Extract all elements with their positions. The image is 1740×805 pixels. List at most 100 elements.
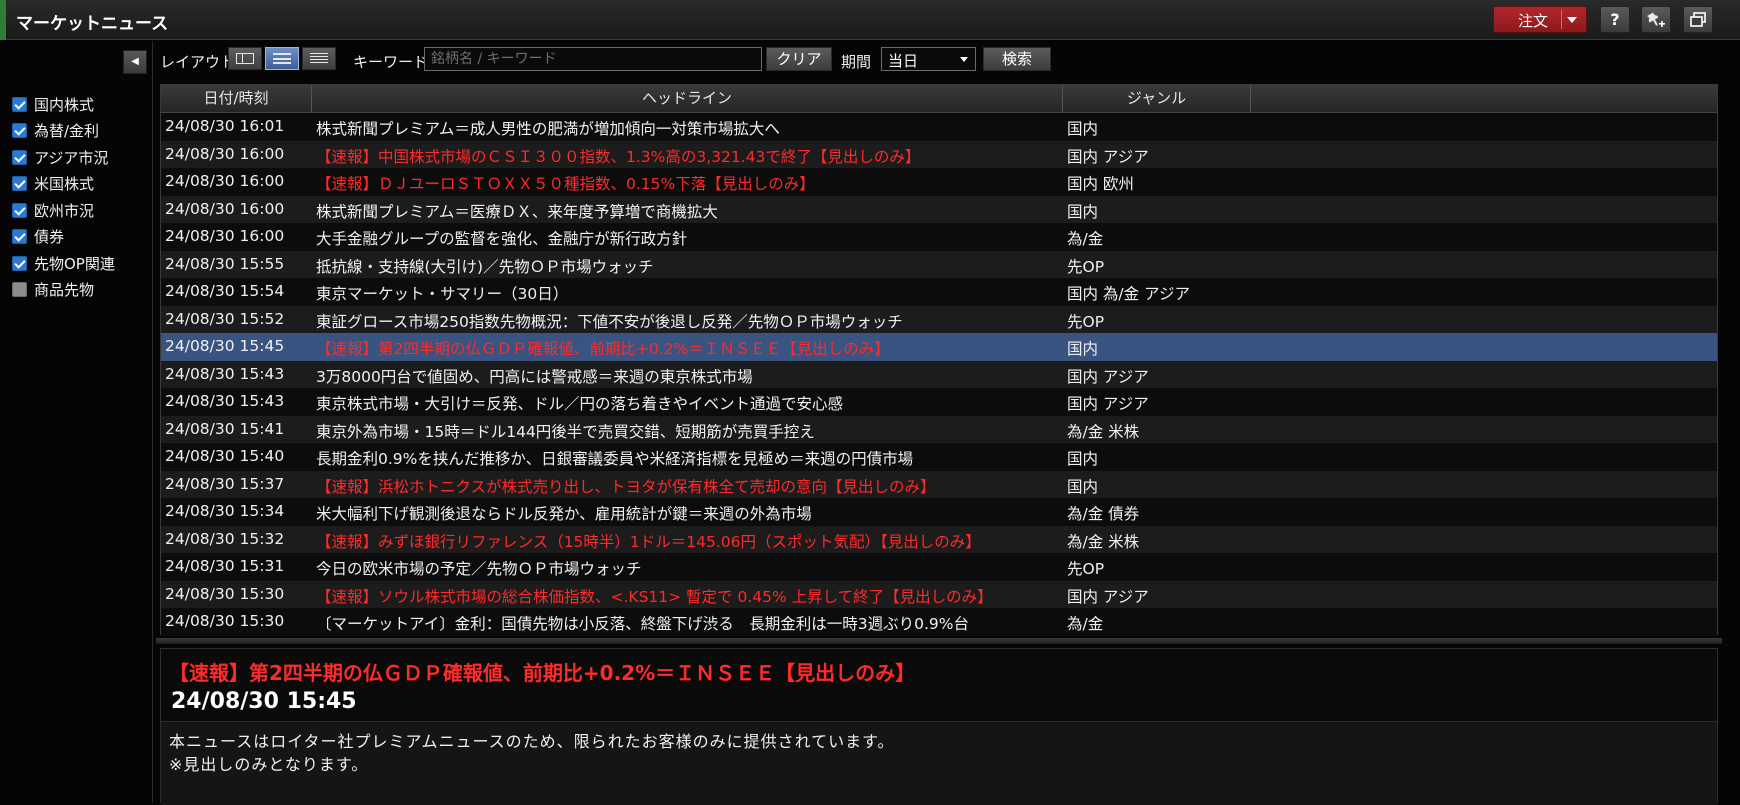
- table-row[interactable]: 24/08/30 15:31 今日の欧米市場の予定／先物ＯＰ市場ウォッチ 先OP: [161, 553, 1717, 581]
- row-genre: 国内 アジア: [1067, 367, 1149, 386]
- table-row[interactable]: 24/08/30 15:43 3万8000円台で値固め、円高には警戒感＝来週の東京…: [161, 360, 1717, 388]
- table-row[interactable]: 24/08/30 15:34 米大幅利下げ観測後退ならドル反発か、雇用統計が鍵＝来…: [161, 498, 1717, 526]
- detail-datetime: 24/08/30 15:45: [171, 689, 357, 714]
- row-headline[interactable]: 〔マーケットアイ〕金利：国債先物は小反落、終盤下げ渋る 長期金利は一時3週ぶり0…: [316, 612, 969, 634]
- column-header-datetime[interactable]: 日付/時刻: [161, 85, 312, 112]
- table-row[interactable]: 24/08/30 15:40 長期金利0.9%を挟んだ推移か、日銀審議委員や米経済…: [161, 443, 1717, 471]
- row-headline[interactable]: 東京株式市場・大引け＝反発、ドル／円の落ち着きやイベント通過で安心感: [316, 392, 843, 414]
- row-headline[interactable]: 【速報】ＤＪユーロＳＴＯＸＸ５０種指数、0.15%下落【見出しのみ】: [316, 172, 815, 194]
- row-headline[interactable]: 大手金融グループの監督を強化、金融庁が新行政方針: [316, 227, 687, 249]
- order-label: 注文: [1518, 12, 1549, 30]
- genre-item[interactable]: 商品先物: [12, 277, 115, 304]
- genre-item[interactable]: 国内株式: [12, 91, 115, 118]
- pin-button[interactable]: [1641, 6, 1671, 33]
- genre-filter-list: 国内株式 為替/金利 アジア市況 米国株式 欧州市況 債券 先物OP関連 商品先…: [12, 91, 115, 303]
- row-headline[interactable]: 【速報】中国株式市場のＣＳＩ３００指数、1.3%高の3,321.43で終了【見出…: [316, 145, 920, 167]
- genre-item[interactable]: 欧州市況: [12, 197, 115, 224]
- row-datetime: 24/08/30 15:55: [165, 254, 285, 273]
- layout-split-horizontal-button[interactable]: [228, 47, 262, 70]
- row-headline[interactable]: 東京外為市場・15時＝ドル144円後半で売買交錯、短期筋が売買手控え: [316, 420, 815, 442]
- genre-item[interactable]: 為替/金利: [12, 118, 115, 145]
- table-row[interactable]: 24/08/30 16:00 【速報】中国株式市場のＣＳＩ３００指数、1.3%高の…: [161, 140, 1717, 168]
- row-headline[interactable]: 【速報】みずほ銀行リファレンス（15時半）1ドル＝145.06円（スポット気配）…: [316, 530, 981, 552]
- detail-body-line: 本ニュースはロイター社プレミアムニュースのため、限られたお客様のみに提供されてい…: [169, 732, 895, 751]
- table-row[interactable]: 24/08/30 15:32 【速報】みずほ銀行リファレンス（15時半）1ドル＝1…: [161, 525, 1717, 553]
- table-row[interactable]: 24/08/30 16:00 【速報】ＤＪユーロＳＴＯＸＸ５０種指数、0.15%下…: [161, 168, 1717, 196]
- help-icon: ?: [1610, 10, 1620, 29]
- detail-header: 【速報】第2四半期の仏ＧＤＰ確報値、前期比+0.2%＝ＩＮＳＥＥ【見出しのみ】 …: [161, 649, 1717, 721]
- collapse-sidebar-button[interactable]: ◀: [123, 50, 147, 74]
- table-row[interactable]: 24/08/30 16:01 株式新聞プレミアム＝成人男性の肥満が増加傾向一対策市…: [161, 113, 1717, 141]
- row-headline[interactable]: 【速報】浜松ホトニクスが株式売り出し、トヨタが保有株全て売却の意向【見出しのみ】: [316, 475, 936, 497]
- genre-item[interactable]: 債券: [12, 224, 115, 251]
- window-popout-icon: [1690, 12, 1706, 27]
- checkbox[interactable]: [12, 149, 27, 165]
- row-genre: 先OP: [1067, 257, 1105, 276]
- genre-item[interactable]: 先物OP関連: [12, 250, 115, 277]
- row-genre: 国内 アジア: [1067, 395, 1149, 413]
- row-headline[interactable]: 3万8000円台で値固め、円高には警戒感＝来週の東京株式市場: [316, 365, 753, 387]
- table-row[interactable]: 24/08/30 15:54 東京マーケット・サマリー（30日） 国内 為/金 アジ…: [161, 278, 1717, 306]
- table-row[interactable]: 24/08/30 15:30 【速報】ソウル株式市場の総合株価指数、<.KS11>…: [161, 580, 1717, 608]
- column-header-genre[interactable]: ジャンル: [1063, 85, 1251, 112]
- row-genre: 国内: [1067, 450, 1099, 468]
- table-row[interactable]: 24/08/30 15:55 抵抗線・支持線(大引け)／先物ＯＰ市場ウォッチ 先OP: [161, 250, 1717, 278]
- table-row[interactable]: 24/08/30 15:52 東証グロース市場250指数先物概況：下値不安が後退し…: [161, 305, 1717, 333]
- keyword-search-input[interactable]: [424, 47, 762, 71]
- layout-list-only-button[interactable]: [302, 47, 336, 70]
- row-datetime: 24/08/30 15:30: [165, 612, 285, 630]
- checkbox[interactable]: [12, 229, 27, 245]
- popout-button[interactable]: [1683, 6, 1713, 33]
- row-headline[interactable]: 株式新聞プレミアム＝医療ＤＸ、来年度予算増で商機拡大: [316, 200, 718, 222]
- genre-item[interactable]: 米国株式: [12, 171, 115, 198]
- search-button[interactable]: 検索: [983, 47, 1051, 71]
- row-headline[interactable]: 【速報】ソウル株式市場の総合株価指数、<.KS11> 暫定で 0.45% 上昇し…: [316, 585, 993, 607]
- help-button[interactable]: ?: [1600, 6, 1630, 33]
- row-headline[interactable]: 東京マーケット・サマリー（30日）: [316, 282, 568, 304]
- detail-body-line: ※見出しのみとなります。: [169, 755, 369, 774]
- genre-label: 債券: [34, 228, 65, 247]
- checkbox[interactable]: [12, 282, 27, 298]
- checkbox[interactable]: [12, 255, 27, 271]
- row-genre: 為/金 債券: [1067, 505, 1140, 523]
- layout-split-vertical-button[interactable]: [265, 47, 299, 70]
- table-row[interactable]: 24/08/30 15:43 東京株式市場・大引け＝反発、ドル／円の落ち着きやイベ…: [161, 388, 1717, 416]
- table-row[interactable]: 24/08/30 15:37 【速報】浜松ホトニクスが株式売り出し、トヨタが保有株…: [161, 470, 1717, 498]
- table-row[interactable]: 24/08/30 15:41 東京外為市場・15時＝ドル144円後半で売買交錯、短…: [161, 415, 1717, 443]
- row-headline[interactable]: 抵抗線・支持線(大引け)／先物ＯＰ市場ウォッチ: [316, 255, 654, 277]
- row-genre: 為/金 米株: [1067, 532, 1140, 551]
- pane-splitter[interactable]: [156, 638, 1722, 644]
- layout-label: レイアウト: [160, 53, 236, 71]
- row-headline[interactable]: 株式新聞プレミアム＝成人男性の肥満が増加傾向一対策市場拡大へ: [316, 117, 780, 139]
- row-headline[interactable]: 東証グロース市場250指数先物概況：下値不安が後退し反発／先物ＯＰ市場ウォッチ: [316, 310, 903, 332]
- column-header-headline[interactable]: ヘッドライン: [312, 85, 1063, 112]
- checkbox[interactable]: [12, 96, 27, 112]
- row-datetime: 24/08/30 15:52: [165, 309, 285, 328]
- checkbox[interactable]: [12, 176, 27, 192]
- title-bar: マーケットニュース 注文 ?: [0, 0, 1740, 40]
- row-headline[interactable]: 【速報】第2四半期の仏ＧＤＰ確報値、前期比+0.2%＝ＩＮＳＥＥ【見出しのみ】: [316, 337, 890, 359]
- table-row[interactable]: 24/08/30 16:00 株式新聞プレミアム＝医療ＤＸ、来年度予算増で商機拡大…: [161, 195, 1717, 223]
- order-button[interactable]: 注文: [1493, 6, 1587, 33]
- row-datetime: 24/08/30 16:00: [165, 199, 285, 218]
- table-row[interactable]: 24/08/30 15:45 【速報】第2四半期の仏ＧＤＰ確報値、前期比+0.2%…: [161, 333, 1717, 361]
- row-genre: 国内: [1067, 120, 1099, 138]
- row-genre: 先OP: [1067, 560, 1105, 578]
- checkbox[interactable]: [12, 202, 27, 218]
- row-headline[interactable]: 米大幅利下げ観測後退ならドル反発か、雇用統計が鍵＝来週の外為市場: [316, 502, 812, 524]
- row-headline[interactable]: 今日の欧米市場の予定／先物ＯＰ市場ウォッチ: [316, 557, 642, 579]
- checkbox[interactable]: [12, 123, 27, 139]
- table-row[interactable]: 24/08/30 16:00 大手金融グループの監督を強化、金融庁が新行政方針 為/…: [161, 223, 1717, 251]
- table-row[interactable]: 24/08/30 15:30 〔マーケットアイ〕金利：国債先物は小反落、終盤下げ渋…: [161, 608, 1717, 636]
- row-datetime: 24/08/30 15:43: [165, 364, 285, 383]
- chevron-down-icon[interactable]: [1567, 17, 1577, 23]
- row-datetime: 24/08/30 15:34: [165, 502, 285, 520]
- genre-label: 欧州市況: [34, 201, 95, 220]
- detail-body: 本ニュースはロイター社プレミアムニュースのため、限られたお客様のみに提供されてい…: [161, 721, 1717, 805]
- chevron-down-icon: [960, 57, 968, 62]
- period-select[interactable]: 当日: [881, 47, 976, 71]
- row-headline[interactable]: 長期金利0.9%を挟んだ推移か、日銀審議委員や米経済指標を見極め＝来週の円債市場: [316, 447, 913, 469]
- search-toolbar: レイアウト キーワード クリア 期間 当日 検索: [158, 44, 1738, 74]
- genre-item[interactable]: アジア市況: [12, 144, 115, 171]
- clear-button[interactable]: クリア: [766, 47, 832, 71]
